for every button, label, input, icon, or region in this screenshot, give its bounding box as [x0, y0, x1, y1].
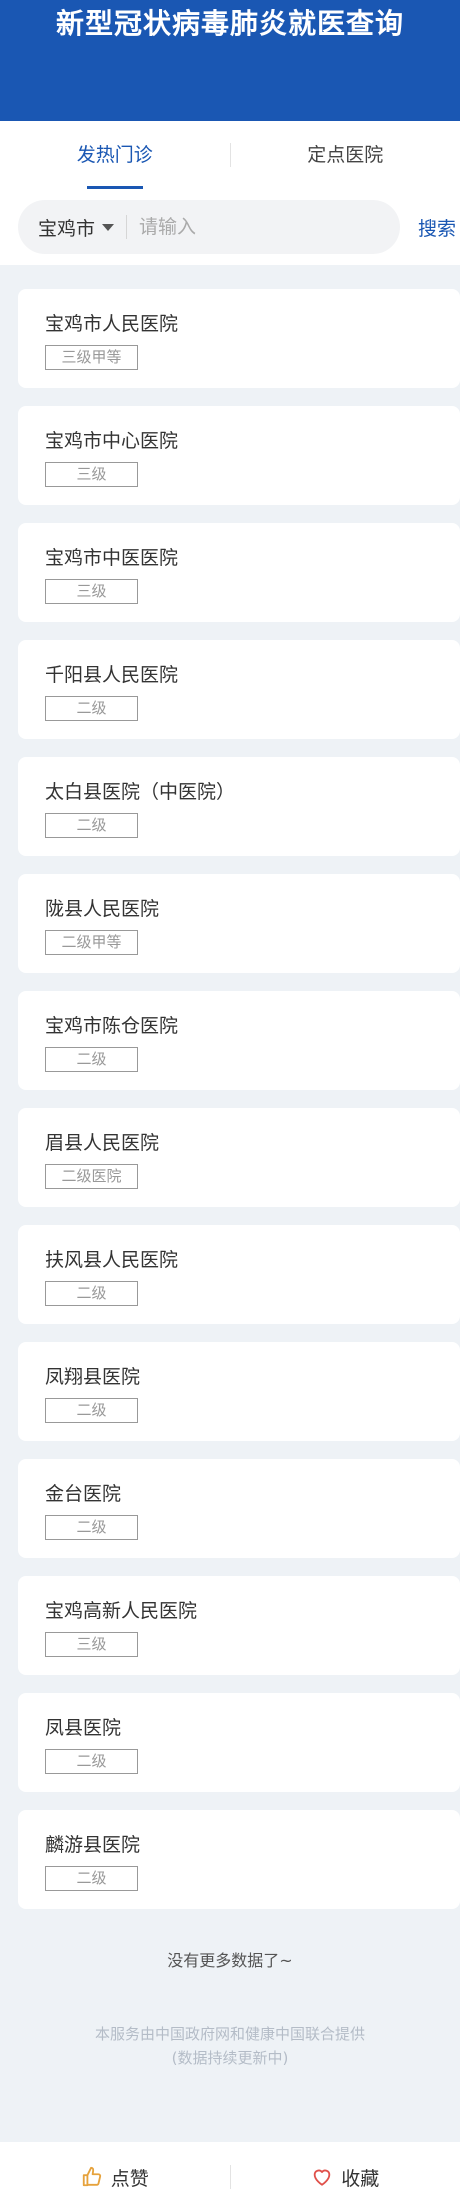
hospital-card[interactable]: 宝鸡市陈仓医院 二级	[18, 991, 460, 1090]
hospital-name: 陇县人民医院	[45, 898, 160, 920]
hospital-name: 宝鸡市人民医院	[45, 313, 179, 335]
hospital-level-badge: 二级	[45, 696, 138, 721]
hospital-name: 宝鸡市陈仓医院	[45, 1015, 179, 1037]
hospital-card[interactable]: 宝鸡市中心医院 三级	[18, 406, 460, 505]
hospital-level-badge: 二级	[45, 1398, 138, 1423]
hospital-card[interactable]: 凤翔县医院 二级	[18, 1342, 460, 1441]
hospital-card[interactable]: 眉县人民医院 二级医院	[18, 1108, 460, 1207]
hospital-name: 凤县医院	[45, 1717, 122, 1739]
city-label: 宝鸡市	[38, 217, 96, 240]
footer-line-2: (数据持续更新中)	[171, 2049, 289, 2067]
hospital-name: 千阳县人民医院	[45, 664, 179, 686]
hospital-card[interactable]: 陇县人民医院 二级甲等	[18, 874, 460, 973]
hospital-level-badge: 三级	[45, 579, 138, 604]
hospital-level-badge: 二级	[45, 1515, 138, 1540]
tab-fever-clinic[interactable]: 发热门诊	[0, 121, 230, 189]
hospital-card[interactable]: 金台医院 二级	[18, 1459, 460, 1558]
heart-icon	[311, 2166, 333, 2188]
hospital-level-badge: 二级	[45, 1866, 138, 1891]
bottom-bar: 点赞 收藏	[0, 2142, 460, 2212]
hospital-level-badge: 三级	[45, 1632, 138, 1657]
caret-down-icon	[102, 223, 115, 231]
search-bar: 宝鸡市 搜索	[0, 189, 460, 265]
city-select[interactable]: 宝鸡市	[38, 214, 115, 241]
tab-designated-hospital[interactable]: 定点医院	[231, 121, 460, 189]
hospital-name: 眉县人民医院	[45, 1132, 160, 1154]
thumbs-up-icon	[81, 2166, 103, 2188]
hospital-level-badge: 二级	[45, 1749, 138, 1774]
tab-bar: 发热门诊 定点医院	[0, 121, 460, 189]
header-banner: 新型冠状病毒肺炎就医查询	[0, 0, 460, 121]
hospital-level-badge: 二级甲等	[45, 930, 138, 955]
favorite-button[interactable]: 收藏	[231, 2164, 460, 2191]
hospital-level-badge: 二级	[45, 1281, 138, 1306]
page-title: 新型冠状病毒肺炎就医查询	[55, 7, 404, 40]
hospital-card[interactable]: 麟游县医院 二级	[18, 1810, 460, 1909]
hospital-card[interactable]: 宝鸡市人民医院 三级甲等	[18, 289, 460, 388]
hospital-level-badge: 二级	[45, 813, 138, 838]
hospital-name: 宝鸡高新人民医院	[45, 1600, 198, 1622]
hospital-level-badge: 三级甲等	[45, 345, 138, 370]
search-box: 宝鸡市	[18, 200, 400, 254]
hospital-card[interactable]: 扶风县人民医院 二级	[18, 1225, 460, 1324]
hospital-name: 凤翔县医院	[45, 1366, 141, 1388]
search-input[interactable]	[139, 216, 380, 238]
footer-line-1: 本服务由中国政府网和健康中国联合提供	[94, 2025, 365, 2043]
hospital-name: 太白县医院（中医院）	[45, 781, 236, 803]
search-button[interactable]: 搜索	[418, 214, 456, 241]
hospital-card[interactable]: 宝鸡高新人民医院 三级	[18, 1576, 460, 1675]
favorite-label: 收藏	[341, 2167, 380, 2190]
like-label: 点赞	[110, 2167, 149, 2190]
hospital-card[interactable]: 千阳县人民医院 二级	[18, 640, 460, 739]
hospital-level-badge: 二级	[45, 1047, 138, 1072]
hospital-card[interactable]: 宝鸡市中医医院 三级	[18, 523, 460, 622]
hospital-level-badge: 三级	[45, 462, 138, 487]
footer-note: 本服务由中国政府网和健康中国联合提供 (数据持续更新中)	[0, 2022, 460, 2070]
hospital-name: 金台医院	[45, 1483, 122, 1505]
hospital-name: 宝鸡市中医医院	[45, 547, 179, 569]
hospital-card[interactable]: 凤县医院 二级	[18, 1693, 460, 1792]
search-divider	[126, 215, 128, 239]
hospital-name: 扶风县人民医院	[45, 1249, 179, 1271]
list-end-text: 没有更多数据了~	[167, 1951, 293, 1970]
hospital-name: 麟游县医院	[45, 1834, 141, 1856]
hospital-card[interactable]: 太白县医院（中医院） 二级	[18, 757, 460, 856]
like-button[interactable]: 点赞	[0, 2164, 230, 2191]
hospital-list: 宝鸡市人民医院 三级甲等 宝鸡市中心医院 三级 宝鸡市中医医院 三级 千阳县人民医院 二级 太白…	[18, 289, 460, 1927]
hospital-level-badge: 二级医院	[45, 1164, 138, 1189]
hospital-name: 宝鸡市中心医院	[45, 430, 179, 452]
